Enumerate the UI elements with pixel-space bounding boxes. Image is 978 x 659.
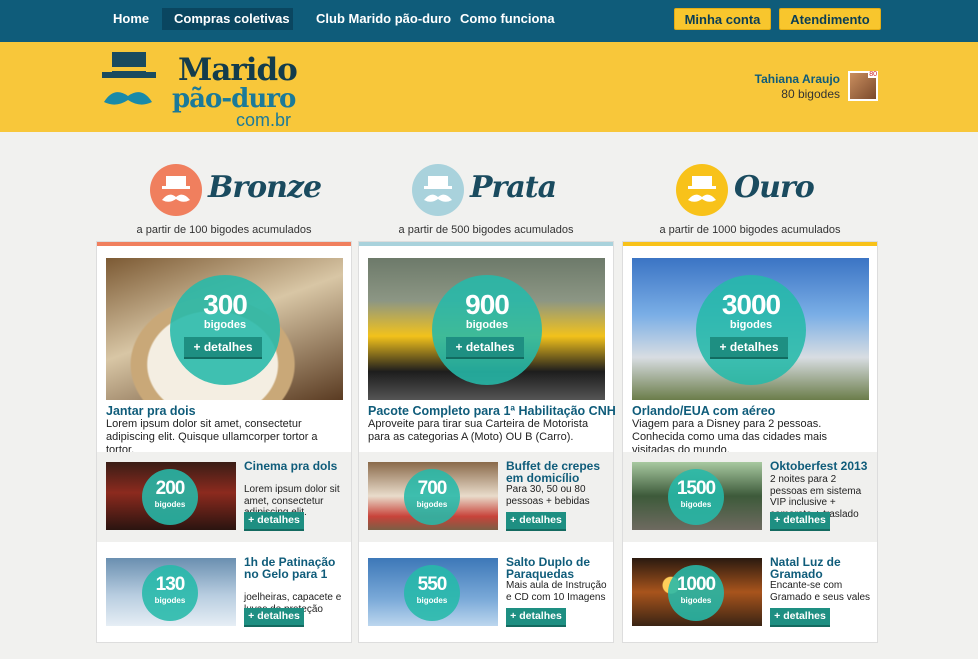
logo-domain: com.br — [236, 110, 292, 130]
user-name[interactable]: Tahiana Araujo — [755, 72, 840, 86]
details-button[interactable]: + detalhes — [244, 512, 304, 531]
details-button[interactable]: + detalhes — [184, 337, 262, 359]
tier-subtitle: a partir de 100 bigodes acumulados — [136, 224, 312, 236]
featured-image[interactable]: 3000 bigodes + detalhes — [632, 258, 869, 400]
details-button[interactable]: + detalhes — [446, 337, 524, 359]
points-amount: 1500 — [676, 478, 716, 499]
item-image[interactable]: 1500 bigodes — [632, 462, 762, 530]
points-circle: 900 bigodes + detalhes — [432, 275, 542, 385]
mustache-hat-logo-icon — [102, 52, 156, 105]
tier-title: Bronze — [208, 170, 322, 205]
prata-mustache-icon — [412, 164, 464, 216]
points-unit: bigodes — [465, 319, 509, 331]
points-unit: bigodes — [729, 319, 773, 331]
tier-title: Prata — [470, 170, 557, 205]
details-button[interactable]: + detalhes — [506, 512, 566, 531]
tier-header-prata: Prata a partir de 500 bigodes acumulados — [358, 162, 614, 242]
points-circle: 1000 bigodes — [668, 565, 724, 621]
column-bronze: 300 bigodes + detalhes Jantar pra dois L… — [96, 241, 352, 643]
details-button[interactable]: + detalhes — [770, 608, 830, 627]
points-unit: bigodes — [203, 319, 247, 331]
points-amount: 550 — [417, 574, 448, 595]
list-item: 700 bigodes Buffet de crepes em domicíli… — [359, 452, 613, 542]
featured-title[interactable]: Pacote Completo para 1ª Habilitação CNH — [368, 404, 616, 418]
featured-title[interactable]: Orlando/EUA com aéreo — [632, 404, 775, 418]
item-title[interactable]: Natal Luz de Gramado — [770, 556, 874, 580]
bronze-mustache-icon — [150, 164, 202, 216]
details-button[interactable]: + detalhes — [506, 608, 566, 627]
item-title[interactable]: Oktoberfest 2013 — [770, 460, 874, 472]
list-item: 1000 bigodes Natal Luz de Gramado Encant… — [623, 548, 877, 638]
column-ouro: 3000 bigodes + detalhes Orlando/EUA com … — [622, 241, 878, 643]
support-button[interactable]: Atendimento — [779, 8, 881, 30]
tier-subtitle: a partir de 1000 bigodes acumulados — [659, 224, 841, 236]
user-points: 80 bigodes — [781, 87, 840, 101]
featured-image[interactable]: 300 bigodes + detalhes — [106, 258, 343, 400]
points-circle: 700 bigodes — [404, 469, 460, 525]
featured-description: Aproveite para tirar sua Carteira de Mot… — [368, 418, 589, 443]
avatar[interactable]: 80 — [848, 71, 878, 101]
nav-club[interactable]: Club Marido pão-duro — [304, 8, 463, 30]
avatar-badge: 80 — [868, 71, 878, 78]
details-button[interactable]: + detalhes — [770, 512, 830, 531]
points-amount: 300 — [203, 289, 248, 320]
points-circle: 200 bigodes — [142, 469, 198, 525]
account-button[interactable]: Minha conta — [674, 8, 771, 30]
list-item: 130 bigodes 1h de Patinação no Gelo para… — [97, 548, 351, 638]
points-circle: 1500 bigodes — [668, 469, 724, 525]
item-title[interactable]: 1h de Patinação no Gelo para 1 — [244, 556, 348, 580]
details-button[interactable]: + detalhes — [244, 608, 304, 627]
logo-word-marido: Marido — [178, 52, 298, 88]
item-description: Mais aula de Instrução e CD com 10 Image… — [506, 580, 607, 603]
item-image[interactable]: 1000 bigodes — [632, 558, 762, 626]
tier-title: Ouro — [734, 170, 815, 205]
points-amount: 900 — [465, 289, 510, 320]
ouro-mustache-icon — [676, 164, 728, 216]
site-logo[interactable]: Marido pão-duro com.br — [100, 50, 310, 130]
points-unit: bigodes — [416, 500, 448, 509]
points-circle: 3000 bigodes + detalhes — [696, 275, 806, 385]
points-circle: 550 bigodes — [404, 565, 460, 621]
points-circle: 300 bigodes + detalhes — [170, 275, 280, 385]
item-title[interactable]: Cinema pra dols — [244, 460, 348, 472]
points-amount: 3000 — [721, 289, 781, 320]
points-unit: bigodes — [154, 500, 186, 509]
item-description: Encante-se com Gramado e seus vales — [770, 580, 871, 603]
points-unit: bigodes — [680, 500, 712, 509]
list-item: 550 bigodes Salto Duplo de Paraquedas Ma… — [359, 548, 613, 638]
column-prata: 900 bigodes + detalhes Pacote Completo p… — [358, 241, 616, 643]
item-description: Para 30, 50 ou 80 pessoas + bebidas — [506, 484, 590, 507]
tier-header-ouro: Ouro a partir de 1000 bigodes acumulados — [622, 162, 878, 242]
nav-compras-coletivas[interactable]: Compras coletivas — [162, 8, 293, 30]
item-title[interactable]: Salto Duplo de Paraquedas — [506, 556, 610, 580]
item-title[interactable]: Buffet de crepes em domicílio — [506, 460, 610, 484]
points-amount: 1000 — [676, 574, 716, 595]
points-unit: bigodes — [154, 596, 186, 605]
featured-title[interactable]: Jantar pra dois — [106, 404, 196, 418]
points-unit: bigodes — [680, 596, 712, 605]
list-item: 1500 bigodes Oktoberfest 2013 2 noites p… — [623, 452, 877, 542]
tier-subtitle: a partir de 500 bigodes acumulados — [398, 224, 574, 236]
nav-home[interactable]: Home — [101, 8, 161, 30]
item-image[interactable]: 700 bigodes — [368, 462, 498, 530]
points-amount: 700 — [417, 478, 448, 499]
details-button[interactable]: + detalhes — [710, 337, 788, 359]
list-item: 200 bigodes Cinema pra dols Lorem ipsum … — [97, 452, 351, 542]
points-circle: 130 bigodes — [142, 565, 198, 621]
points-amount: 200 — [155, 478, 186, 499]
tier-header-bronze: Bronze a partir de 100 bigodes acumulado… — [96, 162, 352, 242]
item-image[interactable]: 200 bigodes — [106, 462, 236, 530]
top-nav: Home Compras coletivas Club Marido pão-d… — [0, 0, 978, 42]
points-amount: 130 — [155, 574, 186, 595]
item-image[interactable]: 550 bigodes — [368, 558, 498, 626]
featured-image[interactable]: 900 bigodes + detalhes — [368, 258, 605, 400]
points-unit: bigodes — [416, 596, 448, 605]
nav-como-funciona[interactable]: Como funciona — [448, 8, 567, 30]
item-image[interactable]: 130 bigodes — [106, 558, 236, 626]
